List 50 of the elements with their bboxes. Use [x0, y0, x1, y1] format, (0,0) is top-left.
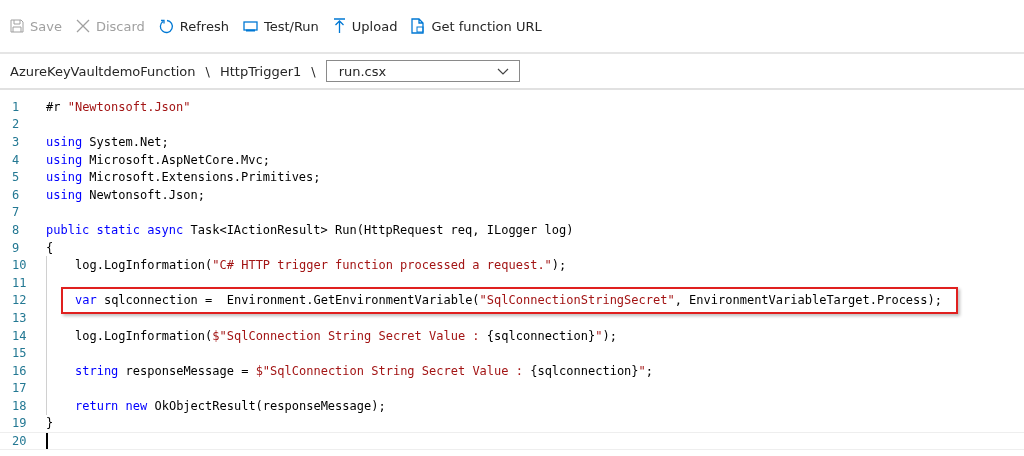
toolbar-button[interactable]: Refresh — [158, 18, 229, 34]
code-line: public static async Task<IActionResult> Run(HttpRequest req, ILogger log) — [46, 222, 574, 237]
line-number: 12 — [11, 293, 28, 308]
breadcrumb-separator: \ — [311, 63, 316, 79]
file-dropdown[interactable]: run.csx — [325, 60, 520, 82]
line-number: 16 — [11, 363, 28, 378]
line-number: 2 — [11, 117, 21, 132]
code-line: using System.Net; — [46, 135, 169, 149]
toolbar-button[interactable]: Upload — [332, 18, 398, 34]
line-number: 8 — [11, 222, 21, 237]
document-icon — [411, 18, 426, 34]
screen-icon — [242, 20, 258, 32]
breadcrumb-link[interactable]: AzureKeyVaultdemoFunction — [10, 63, 196, 79]
line-number: 14 — [11, 328, 28, 343]
breadcrumb-link[interactable]: HttpTrigger1 — [219, 63, 302, 79]
code-line: return new OkObjectResult(responseMessage); — [75, 398, 386, 413]
chevron-down-icon — [496, 67, 509, 75]
line-number: 19 — [11, 416, 28, 431]
toolbar-button[interactable]: Get function URL — [411, 18, 542, 34]
line-number: 5 — [11, 170, 21, 185]
toolbar-button[interactable]: Test/Run — [242, 18, 319, 34]
code-line: { — [46, 240, 54, 255]
code-line: using Newtonsoft.Json; — [46, 187, 205, 202]
code-line: string responseMessage = $"SqlConnection String Secret Value : {sqlconnection}"; — [75, 363, 654, 378]
code-line: } — [46, 416, 54, 431]
code-line: log.LogInformation($"SqlConnection String Secret Value : {sqlconnection}"); — [75, 328, 617, 343]
line-number: 10 — [11, 258, 28, 273]
code-line: using Microsoft.AspNetCore.Mvc; — [46, 152, 270, 167]
code-line: log.LogInformation("C# HTTP trigger function processed a request."); — [75, 258, 567, 273]
close-icon — [75, 19, 90, 33]
line-number: 20 — [11, 434, 28, 449]
save-icon — [10, 19, 24, 33]
code-line: var sqlconnection = Environment.GetEnvironmentVariable("SqlConnectionStringSecret", EnvironmentVariableTarget.Process); — [75, 293, 942, 308]
breadcrumb-separator: \ — [205, 63, 210, 79]
line-number: 4 — [11, 152, 21, 167]
upload-icon — [332, 18, 346, 34]
line-number: 6 — [11, 187, 21, 202]
line-number: 7 — [11, 205, 21, 220]
text-cursor — [46, 433, 48, 449]
line-number: 18 — [11, 398, 28, 413]
line-number: 9 — [11, 240, 21, 255]
code-line: using Microsoft.Extensions.Primitives; — [46, 170, 321, 185]
line-number: 11 — [11, 275, 28, 290]
line-number: 1 — [11, 99, 21, 114]
refresh-icon — [158, 18, 174, 34]
line-number: 3 — [11, 135, 21, 149]
line-number: 13 — [11, 310, 28, 325]
line-number: 17 — [11, 381, 28, 396]
code-line: #r "Newtonsoft.Json" — [46, 99, 191, 114]
line-number: 15 — [11, 346, 28, 361]
